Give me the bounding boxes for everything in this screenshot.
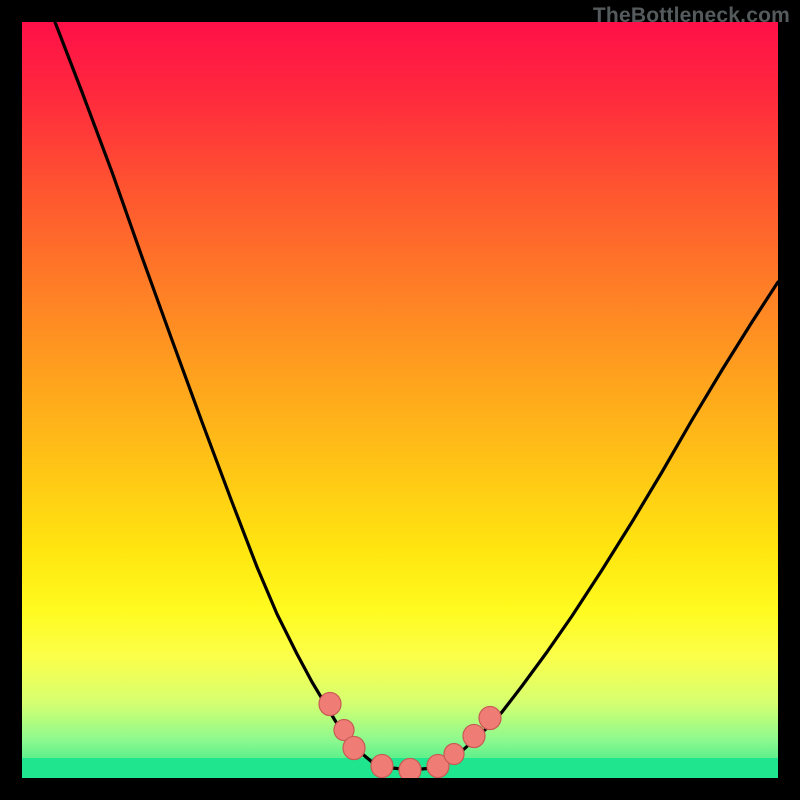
watermark-label: TheBottleneck.com	[593, 4, 790, 28]
curve-marker	[371, 754, 393, 777]
curve-marker	[479, 706, 501, 729]
curve-marker	[444, 744, 464, 765]
curve-marker	[463, 724, 485, 747]
chart-svg	[22, 22, 778, 778]
curve-marker	[319, 692, 341, 715]
chart-plot-area	[22, 22, 778, 778]
curve-marker	[343, 736, 365, 759]
curve-marker	[399, 758, 421, 778]
bottleneck-curve	[55, 22, 778, 770]
outer-frame: TheBottleneck.com	[0, 0, 800, 800]
